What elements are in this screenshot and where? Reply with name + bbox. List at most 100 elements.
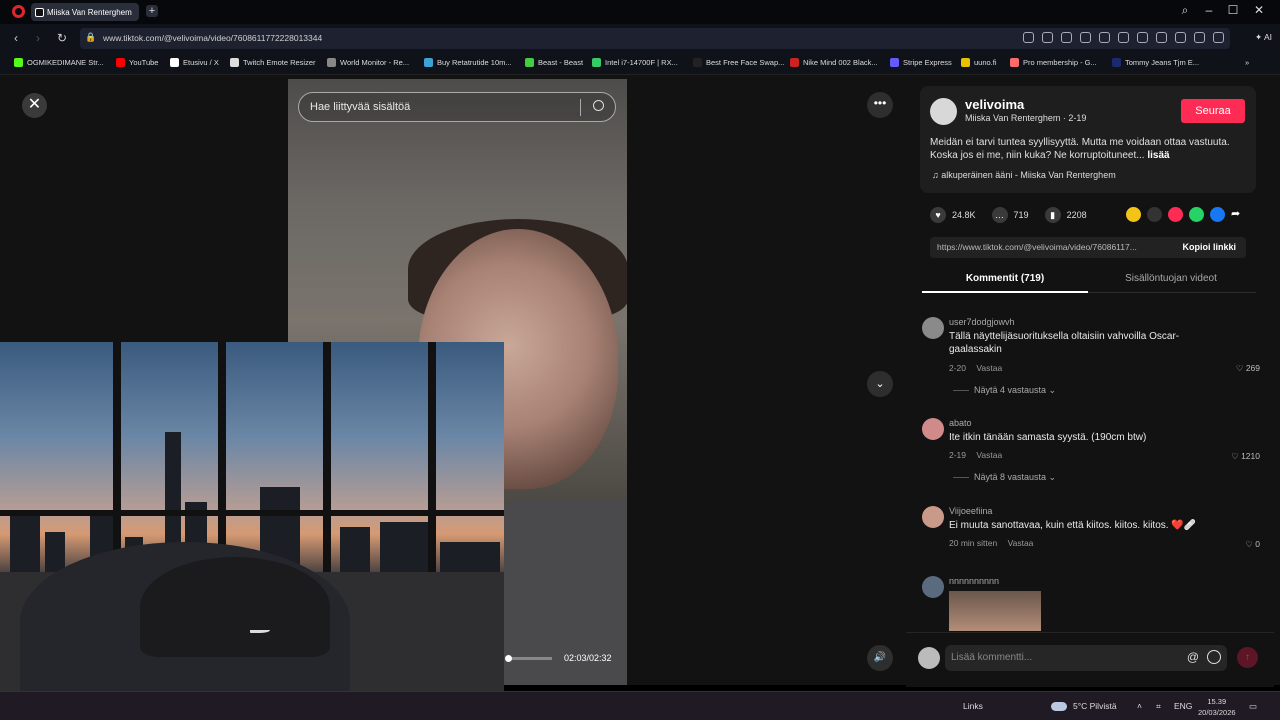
camera-icon[interactable] (1042, 32, 1053, 43)
reply-button[interactable]: Vastaa (976, 450, 1002, 460)
commenter-name[interactable]: abato (949, 418, 972, 428)
minimize-button[interactable]: – (1200, 3, 1218, 17)
bookmark-item[interactable]: Intel i7-14700F | RX... (592, 58, 678, 67)
whatsapp-icon[interactable] (1189, 207, 1204, 222)
view-replies-button[interactable]: Näytä 4 vastausta ⌄ (953, 385, 1056, 396)
embed-icon[interactable] (1147, 207, 1162, 222)
cube-icon[interactable] (1213, 32, 1224, 43)
weather-widget[interactable]: 5°C Pilvistä (1073, 701, 1117, 711)
bookmark-label: OGMIKEDIMANE Str... (27, 58, 104, 67)
comment-icon[interactable]: … (991, 207, 1008, 223)
system-clock[interactable]: 15.39 20/03/2026 (1198, 696, 1236, 718)
comment-like[interactable]: ♡ 0 (1245, 539, 1260, 550)
bookmark-item[interactable]: Buy Retatrutide 10m... (424, 58, 512, 67)
creator-subline: Miiska Van Renterghem · 2-19 (965, 113, 1087, 123)
tray-chevron-icon[interactable]: ˄ (1137, 701, 1142, 711)
clock-date: 20/03/2026 (1198, 708, 1236, 717)
commenter-avatar[interactable] (922, 418, 944, 440)
opera-logo-icon[interactable] (12, 5, 25, 18)
share-page-icon[interactable] (1023, 32, 1034, 43)
forward-button[interactable]: › (36, 31, 40, 45)
search-icon[interactable] (593, 100, 604, 111)
bookmark-item[interactable]: YouTube (116, 58, 158, 67)
commenter-avatar[interactable] (922, 576, 944, 598)
commenter-name[interactable]: nnnnnnnnnn (949, 576, 999, 586)
reply-button[interactable]: Vastaa (1008, 538, 1034, 548)
comment-image[interactable] (949, 591, 1041, 631)
network-icon[interactable]: ⌗ (1156, 701, 1161, 712)
show-more-link[interactable]: lisää (1147, 150, 1169, 161)
music-row[interactable]: ♫ alkuperäinen ääni - Miiska Van Renterg… (932, 170, 1116, 180)
commenter-avatar[interactable] (922, 506, 944, 528)
bookmark-icon[interactable]: ▮ (1044, 207, 1061, 223)
bookmark-label: Best Free Face Swap... (706, 58, 785, 67)
window-frame (323, 342, 331, 582)
comment-like[interactable]: ♡ 1210 (1231, 451, 1260, 462)
bookmark-item[interactable]: Tommy Jeans Tjm E... (1112, 58, 1199, 67)
share-link-url[interactable]: https://www.tiktok.com/@velivoima/video/… (937, 242, 1167, 252)
new-tab-button[interactable]: + (146, 5, 158, 17)
play-icon[interactable] (1099, 32, 1110, 43)
creator-avatar[interactable] (930, 98, 957, 125)
shield-icon[interactable] (1061, 32, 1072, 43)
creator-username[interactable]: velivoima (965, 97, 1024, 112)
notifications-icon[interactable]: ▭ (1249, 701, 1257, 712)
bookmark-item[interactable]: World Monitor - Re... (327, 58, 409, 67)
emoji-icon[interactable] (1207, 650, 1221, 664)
commenter-name[interactable]: Viijoeefiina (949, 506, 992, 516)
vpn-icon[interactable] (1080, 32, 1091, 43)
bookmark-item[interactable]: Stripe Express (890, 58, 952, 67)
heart-icon[interactable] (1118, 32, 1129, 43)
bookmark-item[interactable]: Twitch Emote Resizer (230, 58, 316, 67)
commenter-name[interactable]: user7dodgjowvh (949, 317, 1015, 327)
bookmark-item[interactable]: Etusivu / X (170, 58, 219, 67)
more-bookmarks-icon[interactable]: » (1245, 58, 1249, 67)
download-icon[interactable] (1137, 32, 1148, 43)
reply-button[interactable]: Vastaa (976, 363, 1002, 373)
view-replies-button[interactable]: Näytä 8 vastausta ⌄ (953, 472, 1056, 483)
comment-like[interactable]: ♡ 269 (1236, 363, 1260, 374)
follow-button[interactable]: Seuraa (1181, 99, 1245, 123)
close-video-button[interactable]: ✕ (22, 93, 47, 118)
comment-input[interactable]: Lisää kommentti... @ (945, 645, 1227, 671)
repost-icon[interactable] (1126, 207, 1141, 222)
bookmark-item[interactable]: Pro membership - G... (1010, 58, 1097, 67)
bookmark-item[interactable]: uuno.fi (961, 58, 997, 67)
links-toolbar[interactable]: Links (963, 701, 983, 711)
menu-icon[interactable] (1156, 32, 1167, 43)
comment-time: 2-19 (949, 450, 967, 460)
send-to-friends-icon[interactable] (1168, 207, 1183, 222)
comment-text: Tällä näyttelijäsuorituksella oltaisiin … (949, 331, 1180, 355)
panel-tabs: Kommentit (719) Sisällöntuojan videot (922, 268, 1256, 293)
ai-button[interactable]: ✦ AI (1255, 32, 1272, 43)
facebook-icon[interactable] (1210, 207, 1225, 222)
more-options-button[interactable]: ••• (867, 92, 893, 118)
maximize-button[interactable]: ☐ (1224, 3, 1242, 17)
language-indicator[interactable]: ENG (1174, 701, 1192, 711)
close-window-button[interactable]: ✕ (1250, 3, 1268, 17)
tab-creator-videos[interactable]: Sisällöntuojan videot (1088, 273, 1254, 284)
video-progress-bar[interactable] (505, 655, 552, 662)
share-arrow-icon[interactable]: ➦ (1231, 207, 1246, 222)
next-video-button[interactable]: ⌄ (867, 371, 893, 397)
related-search-input[interactable]: Hae liittyvää sisältöä (298, 92, 616, 122)
send-comment-button[interactable]: ↑ (1237, 647, 1258, 668)
comment-text: Ite itkin tänään samasta syystä. (190cm … (949, 432, 1147, 443)
profile-icon[interactable] (1175, 32, 1186, 43)
bookmark-item[interactable]: Best Free Face Swap... (693, 58, 784, 67)
copy-link-button[interactable]: Kopioi linkki (1182, 242, 1236, 252)
extension-icon[interactable] (1194, 32, 1205, 43)
bookmark-item[interactable]: OGMIKEDIMANE Str... (14, 58, 104, 67)
search-tabs-icon[interactable]: ⌕ (1176, 3, 1194, 18)
bookmark-favicon-icon (592, 58, 601, 67)
tab-comments[interactable]: Kommentit (719) (922, 273, 1088, 284)
reload-button[interactable]: ↻ (57, 31, 67, 45)
commenter-avatar[interactable] (922, 317, 944, 339)
back-button[interactable]: ‹ (14, 31, 18, 45)
bookmark-item[interactable]: Nike Mind 002 Black... (790, 58, 878, 67)
volume-button[interactable]: 🔊 (867, 645, 893, 671)
mention-icon[interactable]: @ (1187, 650, 1199, 664)
bookmark-item[interactable]: Beast - Beast (525, 58, 583, 67)
browser-tab[interactable]: Miiska Van Renterghem (31, 3, 139, 21)
like-heart-icon[interactable]: ♥ (930, 207, 946, 223)
